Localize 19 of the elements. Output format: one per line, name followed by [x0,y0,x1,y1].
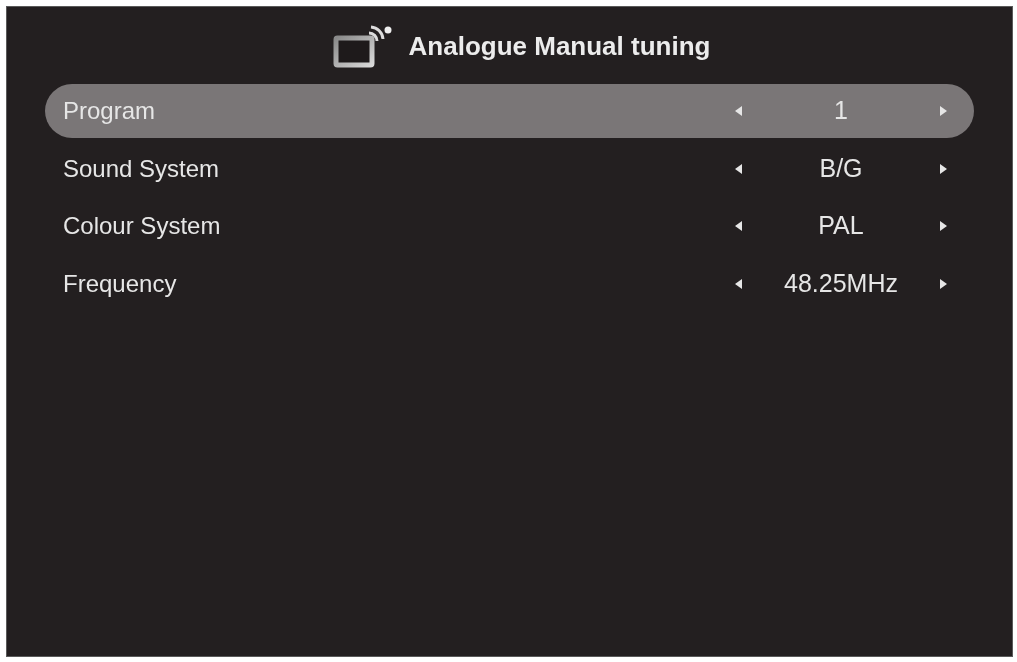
menu-row[interactable]: Sound System B/G [45,141,974,196]
menu-row[interactable]: Colour System PAL [45,199,974,253]
left-triangle-icon[interactable] [735,278,742,289]
left-triangle-icon[interactable] [735,163,742,174]
right-triangle-icon[interactable] [940,163,947,174]
left-triangle-icon[interactable] [735,221,742,231]
setting-value: B/G [818,152,864,184]
right-triangle-icon[interactable] [940,278,947,289]
right-triangle-icon[interactable] [940,221,947,231]
setting-value: PAL [817,210,865,242]
setting-label: Frequency [63,268,178,299]
tv-antenna-icon [332,24,393,69]
menu-title: Analogue Manual tuning [408,30,711,63]
setting-value: 1 [833,95,849,127]
setting-label: Sound System [63,153,221,184]
setting-value: 48.25MHz [783,267,899,299]
menu-row[interactable]: Frequency 48.25MHz [45,256,974,311]
setting-label: Program [63,96,157,126]
setting-label: Colour System [63,211,222,241]
